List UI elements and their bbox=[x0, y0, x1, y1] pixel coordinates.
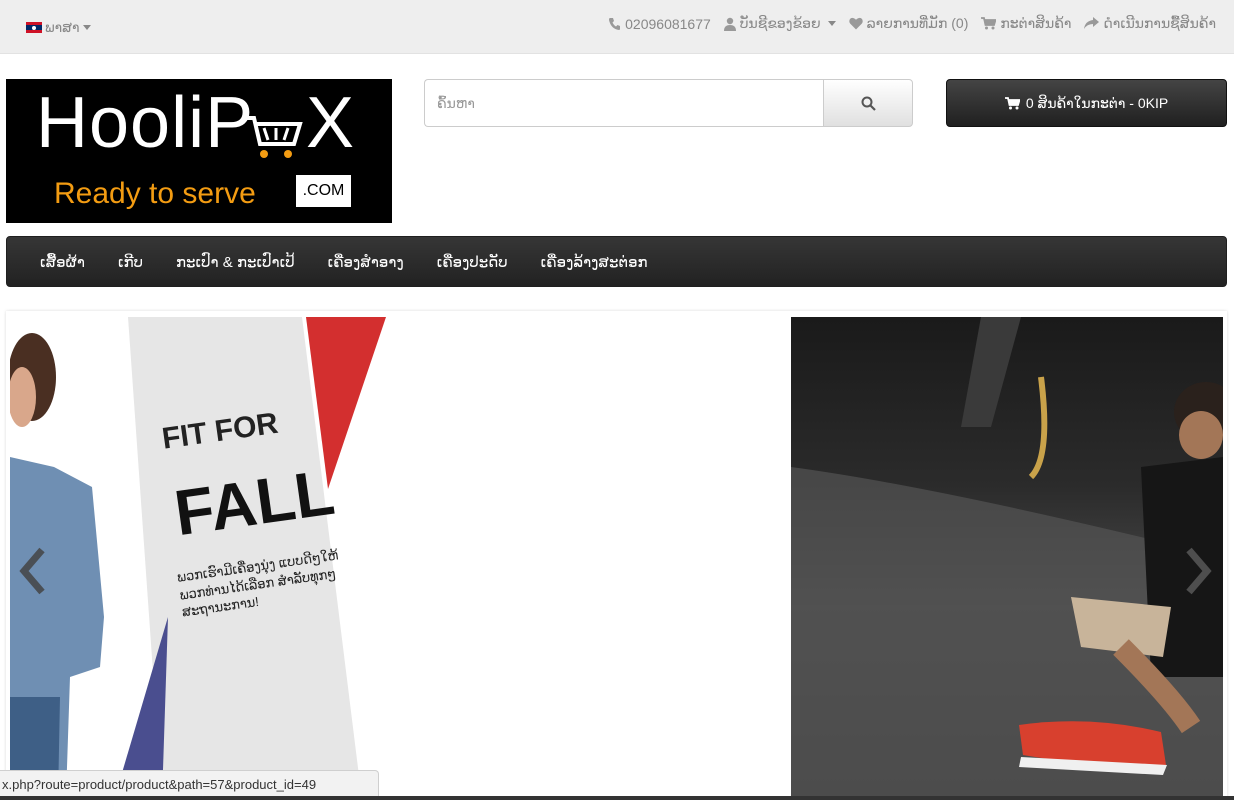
logo-text: HooliP bbox=[36, 83, 255, 163]
cart-icon bbox=[981, 17, 997, 30]
logo-cart-icon bbox=[242, 114, 304, 167]
heart-icon bbox=[848, 17, 863, 30]
slider-next-arrow[interactable] bbox=[1183, 546, 1213, 601]
search-bar bbox=[424, 79, 913, 127]
search-button[interactable] bbox=[823, 79, 913, 127]
bottom-edge bbox=[0, 796, 1234, 800]
user-icon bbox=[723, 17, 736, 31]
logo-domain: .COM bbox=[296, 175, 351, 207]
top-bar: ພາສາ 02096081677 ບັນຊີຂອງຂ້ອຍ ລາຍການທີ່ມ… bbox=[0, 0, 1234, 54]
nav-item-cosmetics[interactable]: ເຄື່ອງສຳອາງ bbox=[328, 253, 404, 271]
search-input[interactable] bbox=[424, 79, 823, 127]
search-icon bbox=[861, 96, 876, 111]
account-dropdown[interactable]: ບັນຊີຂອງຂ້ອຍ bbox=[723, 15, 836, 32]
account-label: ບັນຊີຂອງຂ້ອຍ bbox=[739, 15, 821, 31]
checkout-label: ດຳເນີນການຊື້ສິນຄ້າ bbox=[1103, 15, 1216, 31]
fall-banner-image: FIT FOR FALL ພວກເຮົາມີເຄື່ອງນຸ່ງ ແບບດີໆໃ… bbox=[10, 317, 410, 800]
shopping-cart-link[interactable]: ກະຕ່າສິນຄ້າ bbox=[981, 15, 1071, 32]
top-links: 02096081677 ບັນຊີຂອງຂ້ອຍ ລາຍການທີ່ມັກ (0… bbox=[608, 15, 1216, 32]
nav-item-accessories[interactable]: ເຄື່ອງປະດັບ bbox=[437, 253, 508, 271]
phone-number: 02096081677 bbox=[625, 15, 711, 32]
slider-prev-arrow[interactable] bbox=[18, 546, 48, 601]
browser-status-url: x.php?route=product/product&path=57&prod… bbox=[0, 770, 379, 798]
wishlist-link[interactable]: ລາຍການທີ່ມັກ (0) bbox=[848, 15, 969, 32]
nav-item-bags[interactable]: ກະເປົາ & ກະເປົາເປ້ bbox=[176, 253, 295, 271]
phone-link[interactable]: 02096081677 bbox=[608, 15, 711, 32]
cart-summary-button[interactable]: 0 ສິນຄ້າໃນກະຕ່າ - 0KIP bbox=[946, 79, 1227, 127]
phone-icon bbox=[608, 17, 621, 31]
laos-flag-icon bbox=[26, 22, 42, 33]
wishlist-label: ລາຍການທີ່ມັກ (0) bbox=[866, 15, 969, 31]
shopping-cart-label: ກະຕ່າສິນຄ້າ bbox=[1000, 15, 1072, 31]
cart-summary-label: 0 ສິນຄ້າໃນກະຕ່າ - 0KIP bbox=[1025, 94, 1169, 111]
nav-item-shoes[interactable]: ເກີບ bbox=[118, 253, 143, 271]
nav-item-clothing[interactable]: ເສື້ອຜ້າ bbox=[40, 253, 85, 271]
site-logo[interactable]: HooliP X Ready to serve .COM bbox=[6, 79, 392, 223]
share-icon bbox=[1084, 17, 1100, 30]
nav-item-clearance[interactable]: ເຄື່ອງລ້າງສະຕ່ອກ bbox=[541, 253, 648, 271]
chevron-down-icon bbox=[82, 25, 91, 30]
chevron-down-icon bbox=[827, 21, 836, 26]
hero-slider[interactable]: FIT FOR FALL ພວກເຮົາມີເຄື່ອງນຸ່ງ ແບບດີໆໃ… bbox=[6, 311, 1227, 800]
logo-tagline: Ready to serve bbox=[54, 177, 256, 210]
checkout-link[interactable]: ດຳເນີນການຊື້ສິນຄ້າ bbox=[1084, 15, 1216, 32]
sneaker-photo bbox=[791, 317, 1223, 800]
language-selector[interactable]: ພາສາ bbox=[26, 19, 91, 36]
logo-text-x: X bbox=[306, 83, 355, 163]
cart-icon bbox=[1004, 96, 1020, 110]
main-navigation: ເສື້ອຜ້າ ເກີບ ກະເປົາ & ກະເປົາເປ້ ເຄື່ອງສ… bbox=[6, 236, 1227, 287]
language-label: ພາສາ bbox=[45, 19, 80, 35]
